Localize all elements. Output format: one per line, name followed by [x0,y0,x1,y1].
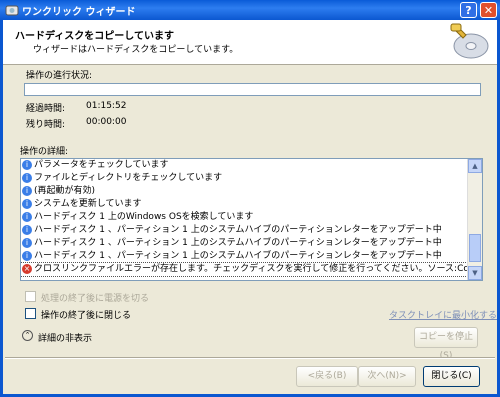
details-log[interactable]: i パラメータをチェックしています i ファイルとディレクトリをチェックしています i(… [20,158,483,281]
close-after-label[interactable]: 操作の終了後に閉じる [41,308,131,321]
header-subtitle: ウィザードはハードディスクをコピーしています。 [33,45,239,55]
log-row[interactable]: i ハードディスク 1 、パーティション 1 上のシステムハイブのパーティションレ… [21,237,467,250]
remaining-value: 00:00:00 [86,117,127,127]
hide-details-toggle[interactable]: 詳細の非表示 [38,331,92,344]
info-icon: i [22,160,32,170]
title-bar: ワンクリック ウィザード ? ✕ [0,0,500,20]
log-row[interactable]: i システムを更新しています [21,198,467,211]
log-row-text: ハードディスク 1 、パーティション 1 上のシステムハイブのパーティションレタ… [34,225,442,235]
info-icon: i [22,225,32,235]
log-row[interactable]: i ハードディスク 1 上のWindows OSを検索しています [21,211,467,224]
info-icon: i [22,238,32,248]
details-label: 操作の詳細: [20,147,69,157]
log-row[interactable]: i パラメータをチェックしています [21,159,467,172]
footer-separator [5,357,495,359]
close-button[interactable]: 閉じる(C) [423,366,480,387]
scroll-up-icon[interactable]: ▲ [468,159,482,173]
log-row-text: ファイルとディレクトリをチェックしています [34,173,223,183]
shutdown-checkbox [25,291,36,302]
elapsed-label: 経過時間: [26,104,66,114]
log-row[interactable]: i ハードディスク 1 、パーティション 1 上のシステムハイブのパーティションレ… [21,250,467,263]
log-list: i パラメータをチェックしています i ファイルとディレクトリをチェックしています i(… [21,159,482,277]
help-button[interactable]: ? [460,2,477,18]
log-scrollbar[interactable]: ▲ ▼ [467,159,482,280]
log-row-text: ハードディスク 1 、パーティション 1 上のシステムハイブのパーティションレタ… [34,238,442,248]
log-row-error[interactable]: × クロスリンクファイルエラーが存在します。チェックディスクを実行して修正を行って… [21,262,482,277]
close-after-checkbox[interactable] [25,308,36,319]
minimize-to-tray-link[interactable]: タスクトレイに最小化する [389,308,497,321]
elapsed-value: 01:15:52 [86,101,127,111]
error-icon: × [22,264,32,274]
progress-bar [24,83,481,96]
remaining-label: 残り時間: [26,120,66,130]
stop-copy-button[interactable]: コピーを停止(S) [414,327,478,361]
shutdown-label: 処理の終了後に電源を切る [41,294,150,304]
chevron-up-icon[interactable]: ⌃ [22,330,33,341]
close-window-button[interactable]: ✕ [480,2,497,18]
log-row[interactable]: i ハードディスク 1 、パーティション 1 上のシステムハイブのパーティションレ… [21,224,467,237]
log-row[interactable]: i ファイルとディレクトリをチェックしています [21,172,467,185]
window-title: ワンクリック ウィザード [22,7,136,18]
log-row[interactable]: i (再起動が有効) [21,185,467,198]
info-icon: i [22,251,32,261]
log-row-text: クロスリンクファイルエラーが存在します。チェックディスクを実行して修正を行ってく… [34,264,483,274]
progress-label: 操作の進行状況: [26,71,93,81]
header-title: ハードディスクをコピーしています [15,31,174,42]
scroll-thumb[interactable] [469,234,481,262]
log-row-text: パラメータをチェックしています [34,160,169,170]
wizard-header: ハードディスクをコピーしています ウィザードはハードディスクをコピーしています。 [3,20,497,65]
log-row-text: ハードディスク 1 上のWindows OSを検索しています [34,212,254,222]
info-icon: i [22,212,32,222]
log-row-text: システムを更新しています [34,199,142,209]
next-button[interactable]: 次へ(N)> [358,366,416,387]
window-frame-left [0,20,3,397]
disk-copy-icon [450,23,489,59]
app-icon [5,5,19,16]
info-icon: i [22,186,32,196]
back-button[interactable]: <戻る(B) [296,366,358,387]
log-row-text: ハードディスク 1 、パーティション 1 上のシステムハイブのパーティションレタ… [34,251,442,261]
info-icon: i [22,199,32,209]
info-icon: i [22,173,32,183]
scroll-down-icon[interactable]: ▼ [468,266,482,280]
log-row-text: (再起動が有効) [34,186,96,196]
